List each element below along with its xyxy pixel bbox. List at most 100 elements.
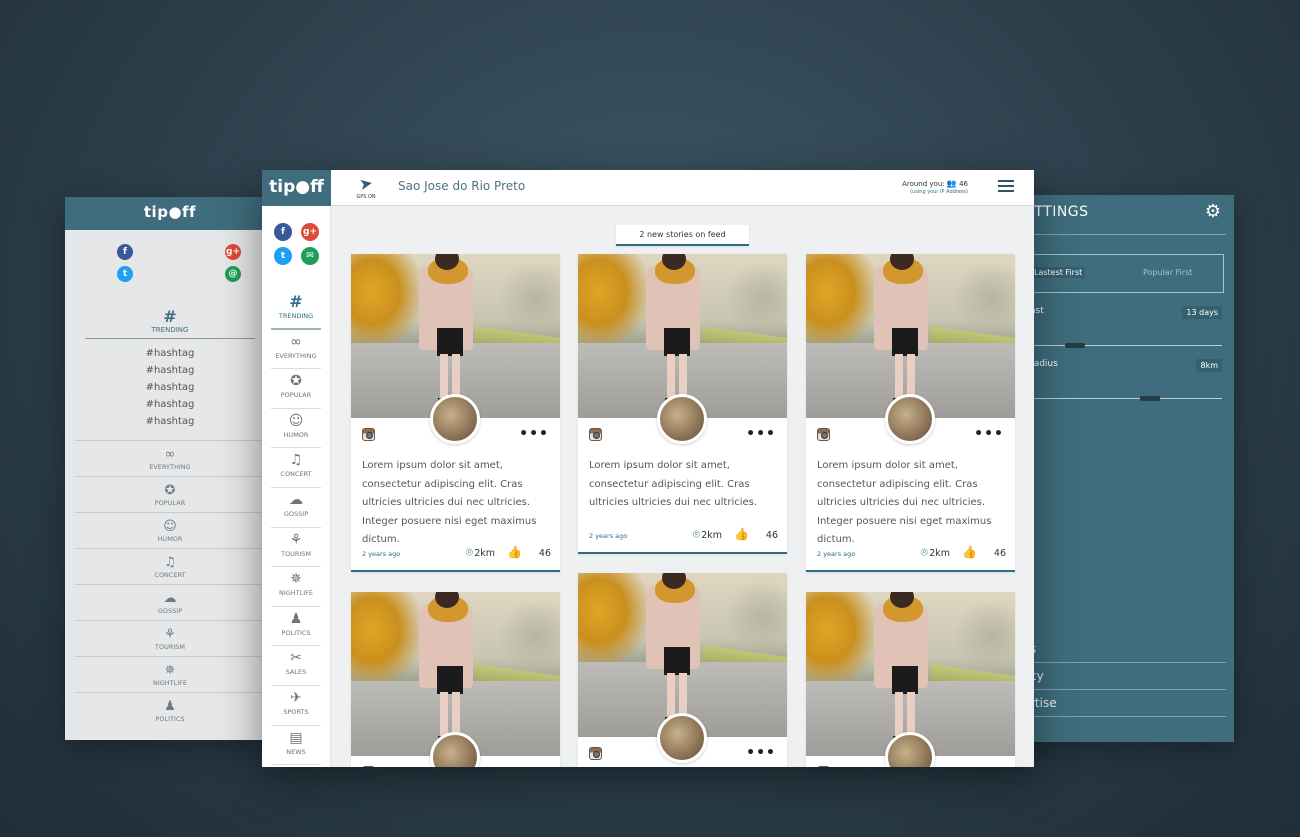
more-options-icon[interactable]: ••• [746,745,776,761]
category-item-tourism[interactable]: ⚘ TOURISM [75,620,265,656]
gps-label: GPS ON [356,194,376,200]
category-item-popular[interactable]: ✪ POPULAR [75,476,265,512]
category-label: NIGHTLIFE [152,679,188,687]
category-label: EVERYTHING [149,463,191,471]
category-label: CONCERT [154,571,186,579]
trending-header[interactable]: # TRENDING [65,307,275,334]
more-options-icon[interactable]: ••• [519,764,549,767]
gps-toggle[interactable]: ➤ GPS ON [351,173,381,200]
hashtag-list: #hashtag #hashtag #hashtag #hashtag #has… [65,345,275,430]
hashtag-item[interactable]: #hashtag [65,362,275,379]
category-list: ∞ EVERYTHING ✪ POPULAR ☺ HUMOR ♫ CONCERT ☁ GOSSIP… [65,440,275,728]
more-options-icon[interactable]: ••• [519,426,549,442]
email-icon[interactable]: @ [225,266,241,282]
sidebar-item-label: HUMOR [283,430,309,439]
sidebar-item-label: NIGHTLIFE [278,589,314,598]
story-timestamp: 2 years ago [362,550,401,558]
masks-icon: ☺ [163,519,177,534]
facebook-icon[interactable]: f [117,244,133,260]
story-text: Lorem ipsum dolor sit amet, consectetur … [362,460,537,545]
category-item-nightlife[interactable]: ✵ NIGHTLIFE [75,656,265,692]
hashtag-item[interactable]: #hashtag [65,413,275,430]
more-options-icon[interactable]: ••• [746,426,776,442]
sidebar-item-politics[interactable]: ♟ POLITICS [271,607,321,647]
google-plus-icon[interactable]: g+ [301,223,319,241]
runner-icon: ✈ [290,689,302,706]
music-note-icon: ♫ [289,452,303,469]
sidebar-item-trending[interactable]: # TRENDING [271,290,321,330]
sidebar-item-everything[interactable]: ∞ EVERYTHING [271,330,321,370]
thumbs-up-icon[interactable]: 👍 [962,545,977,559]
story-card[interactable]: ••• [806,592,1015,767]
sidebar-item-popular[interactable]: ✪ POPULAR [271,369,321,409]
twitter-icon[interactable]: t [117,266,133,282]
story-timestamp: 2 years ago [817,550,856,558]
story-card[interactable]: ••• [351,592,560,767]
sidebar-item-humor[interactable]: ☺ HUMOR [271,409,321,449]
story-card[interactable]: ••• Lorem ipsum dolor sit amet, consectet… [578,254,787,554]
gear-icon[interactable]: ⚙ [1205,201,1221,222]
sidebar-item-label: TOURISM [280,549,311,558]
email-icon[interactable]: ✉ [301,247,319,265]
instagram-icon [589,747,602,760]
chat-bubbles-icon: ☁ [163,591,177,606]
thumbs-up-icon[interactable]: 👍 [507,545,522,559]
sidebar-item-nightlife[interactable]: ✵ NIGHTLIFE [271,567,321,607]
story-likes: 46 [538,548,551,559]
author-avatar[interactable] [657,394,707,444]
radius-label: radius [1030,359,1058,369]
slider-handle[interactable] [1139,396,1160,401]
sidebar-item-tourism[interactable]: ⚘ TOURISM [271,528,321,568]
last-value: 13 days [1182,306,1222,319]
thumbs-up-icon[interactable]: 👍 [734,527,749,541]
sidebar-item-label: CONCERT [280,470,312,479]
category-label: POLITICS [155,715,185,723]
story-text: Lorem ipsum dolor sit amet, consectetur … [817,460,992,545]
more-options-icon[interactable]: ••• [974,764,1004,767]
sidebar-item-sports[interactable]: ✈ SPORTS [271,686,321,726]
story-card[interactable]: ••• Lorem ipsum dolor sit amet, consectet… [351,254,560,572]
author-avatar[interactable] [430,394,480,444]
palm-tree-icon: ⚘ [289,531,303,548]
sidebar-item-gossip[interactable]: ☁ GOSSIP [271,488,321,528]
more-options-icon[interactable]: ••• [974,426,1004,442]
facebook-icon[interactable]: f [274,223,292,241]
story-likes: 46 [765,530,778,541]
story-meta: 2 years ago ⌾ 2km 👍 46 [817,545,1006,561]
masks-icon: ☺ [288,412,304,429]
location-pin-icon: ⌾ [920,545,928,559]
slider-handle[interactable] [1064,343,1085,348]
hashtag-item[interactable]: #hashtag [65,379,275,396]
story-card[interactable]: ••• Lorem ipsum dolor sit amet, consectet… [806,254,1015,572]
category-item-concert[interactable]: ♫ CONCERT [75,548,265,584]
hashtag-item[interactable]: #hashtag [65,345,275,362]
settings-panel-preview: ETTINGS ⚙ Lastest First Popular First as… [1000,195,1234,742]
app-logo[interactable]: tip●ff [262,170,331,206]
instagram-icon [362,766,375,767]
category-item-everything[interactable]: ∞ EVERYTHING [75,440,265,476]
story-distance: 2km [701,530,722,541]
category-sidebar: f g+ t ✉ # TRENDING ∞ EVERYTHING ✪ POPULAR ☺ HU… [262,206,331,767]
politician-icon: ♟ [164,699,176,714]
social-links: f g+ t ✉ [262,206,330,290]
google-plus-icon[interactable]: g+ [225,244,241,260]
author-avatar[interactable] [657,713,707,763]
category-item-politics[interactable]: ♟ POLITICS [75,692,265,728]
sort-popular-option[interactable]: Popular First [1143,268,1192,277]
hamburger-menu-icon[interactable] [998,180,1014,193]
instagram-icon [589,428,602,441]
author-avatar[interactable] [885,394,935,444]
sidebar-item-label: SALES [285,668,307,677]
sort-latest-option[interactable]: Lastest First [1031,267,1086,278]
around-you: Around you: 👥 46 (using your IP Address) [902,179,968,195]
city-name[interactable]: Sao Jose do Rio Preto [398,179,525,193]
hashtag-item[interactable]: #hashtag [65,396,275,413]
twitter-icon[interactable]: t [274,247,292,265]
category-item-humor[interactable]: ☺ HUMOR [75,512,265,548]
category-item-gossip[interactable]: ☁ GOSSIP [75,584,265,620]
new-stories-banner[interactable]: 2 new stories on feed [616,225,749,246]
sidebar-item-news[interactable]: ▤ NEWS [271,726,321,766]
sidebar-item-sales[interactable]: ✂ SALES [271,646,321,686]
sidebar-item-concert[interactable]: ♫ CONCERT [271,448,321,488]
story-card[interactable]: ••• [578,573,787,767]
